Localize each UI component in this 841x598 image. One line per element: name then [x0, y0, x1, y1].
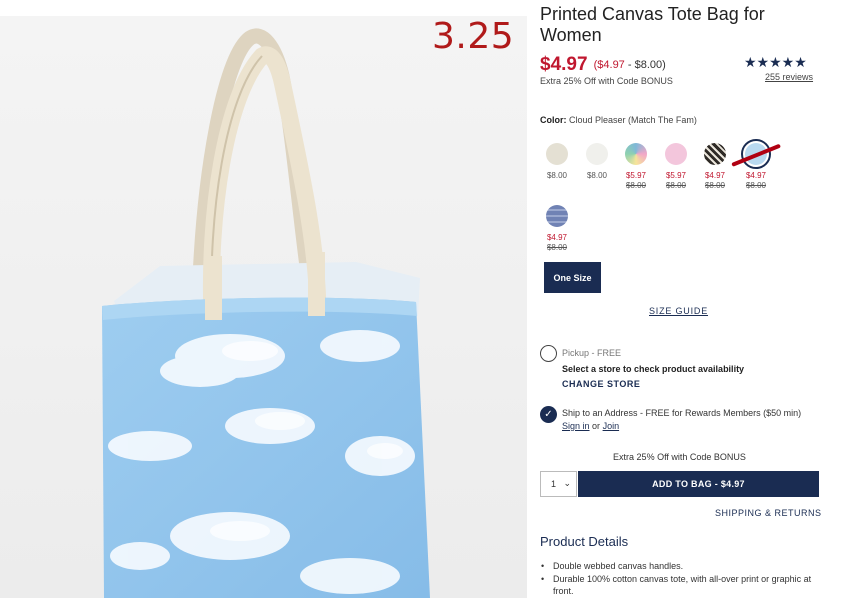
size-guide-link[interactable]: SIZE GUIDE [649, 306, 708, 316]
swatch-circle [625, 143, 647, 165]
list-item: Double webbed canvas handles. [541, 560, 823, 573]
swatch-orig-price: $8.00 [665, 181, 687, 190]
swatch-tie-dye[interactable]: $5.97 $8.00 [616, 143, 656, 191]
pickup-label: Pickup - FREE [562, 348, 622, 358]
cart-promo-text: Extra 25% Off with Code BONUS [613, 452, 746, 462]
ship-radio-checked[interactable]: ✓ [540, 406, 557, 423]
swatch-sale-price: $5.97 [625, 171, 647, 180]
add-to-bag-button[interactable]: ADD TO BAG - $4.97 [578, 471, 819, 497]
swatch-sale-price: $4.97 [704, 171, 726, 180]
swatch-leaf-print[interactable]: $4.97 $8.00 [695, 143, 735, 191]
shipping-returns-link[interactable]: SHIPPING & RETURNS [715, 508, 822, 518]
swatch-price: $8.00 [586, 171, 608, 180]
promo-text: Extra 25% Off with Code BONUS [540, 76, 673, 86]
swatch-circle [704, 143, 726, 165]
swatch-plaid[interactable]: $4.97 $8.00 [537, 205, 577, 253]
reviews-link[interactable]: 255 reviews [765, 72, 813, 82]
swatch-orig-price: $8.00 [704, 181, 726, 190]
price-range-sale: ($4.97 [593, 59, 625, 71]
chevron-down-icon: ⌄ [563, 478, 571, 488]
quantity-value: 1 [551, 479, 557, 489]
or-text: or [592, 421, 601, 431]
size-one-size-button[interactable]: One Size [544, 262, 601, 293]
swatch-circle [546, 143, 568, 165]
product-image[interactable] [0, 16, 527, 598]
swatch-price: $8.00 [546, 171, 568, 180]
swatch-pink[interactable]: $5.97 $8.00 [656, 143, 696, 191]
sign-in-link[interactable]: Sign in [562, 421, 590, 431]
swatch-circle [586, 143, 608, 165]
swatch-sale-price: $5.97 [665, 171, 687, 180]
join-link[interactable]: Join [603, 421, 620, 431]
pickup-description: Select a store to check product availabi… [562, 364, 745, 374]
swatch-circle [546, 205, 568, 227]
swatch-orig-price: $8.00 [546, 243, 568, 252]
current-price: $4.97 [540, 54, 588, 75]
star-rating[interactable]: ★★★★★ [744, 54, 807, 71]
check-icon: ✓ [544, 409, 553, 420]
price-range-regular: - $8.00) [624, 59, 666, 71]
color-label: Color: Cloud Pleaser (Match The Fam) [540, 115, 697, 125]
color-label-key: Color: [540, 115, 567, 125]
change-store-link[interactable]: CHANGE STORE [562, 379, 640, 389]
price-row: $4.97 ($4.97 - $8.00) [540, 54, 666, 76]
tote-bag-image [0, 16, 527, 598]
quantity-select[interactable]: 1 ⌄ [540, 471, 577, 497]
list-item: Durable 100% cotton canvas tote, with al… [541, 573, 823, 598]
swatch-sale-price: $4.97 [546, 233, 568, 242]
product-title: Printed Canvas Tote Bag for Women [540, 4, 765, 45]
swatch-beige[interactable]: $8.00 [537, 143, 577, 181]
swatch-circle [665, 143, 687, 165]
product-details-heading[interactable]: Product Details [540, 534, 628, 549]
ship-label: Ship to an Address - FREE for Rewards Me… [562, 408, 802, 418]
annotation-label: 3.25 [432, 16, 515, 57]
pickup-radio[interactable] [540, 345, 557, 362]
swatch-orig-price: $8.00 [745, 181, 767, 190]
product-details-list: Double webbed canvas handles. Durable 10… [541, 560, 823, 598]
swatch-orig-price: $8.00 [625, 181, 647, 190]
color-name: Cloud Pleaser (Match The Fam) [569, 115, 697, 125]
swatch-off-white[interactable]: $8.00 [577, 143, 617, 181]
swatch-sale-price: $4.97 [745, 171, 767, 180]
ship-option-text: Ship to an Address - FREE for Rewards Me… [562, 407, 820, 433]
